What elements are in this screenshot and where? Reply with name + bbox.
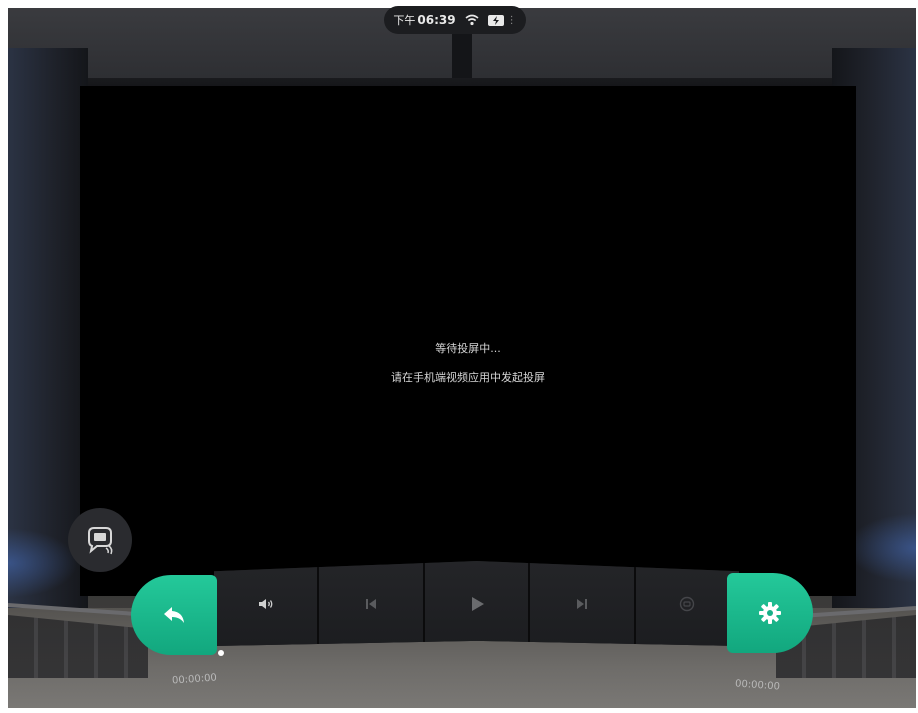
volume-button[interactable] <box>214 561 320 646</box>
waiting-cast-hint: 请在手机端视频应用中发起投屏 <box>391 371 545 384</box>
waiting-cast-title: 等待投屏中... <box>435 342 501 355</box>
playback-control-bar <box>214 561 739 646</box>
gear-icon <box>759 602 781 624</box>
mode-button[interactable] <box>635 561 739 646</box>
cast-screen-icon <box>88 527 113 555</box>
settings-button[interactable] <box>727 573 813 653</box>
more-dots-icon[interactable]: ⋮ <box>507 15 517 26</box>
back-button[interactable] <box>131 575 217 655</box>
projection-screen: 等待投屏中... 请在手机端视频应用中发起投屏 <box>80 86 856 596</box>
time-period: 下午 <box>393 14 416 27</box>
back-arrow-icon <box>164 607 184 623</box>
previous-button[interactable] <box>319 561 425 646</box>
ceiling-mount <box>452 28 472 84</box>
battery-charging-icon <box>487 14 504 26</box>
play-button[interactable] <box>424 561 531 646</box>
next-button[interactable] <box>530 561 636 646</box>
cast-button[interactable] <box>68 508 132 572</box>
mode-icon <box>680 596 695 611</box>
clock-time: 06:39 <box>417 13 456 27</box>
skip-next-icon <box>576 598 587 609</box>
volume-icon <box>258 598 273 609</box>
right-wall-light <box>846 513 916 583</box>
skip-previous-icon <box>366 598 377 609</box>
progress-handle[interactable] <box>218 650 224 656</box>
status-bar: 下午 06:39 ⋮ <box>384 6 526 34</box>
wifi-icon <box>465 14 479 26</box>
play-icon <box>471 596 484 611</box>
